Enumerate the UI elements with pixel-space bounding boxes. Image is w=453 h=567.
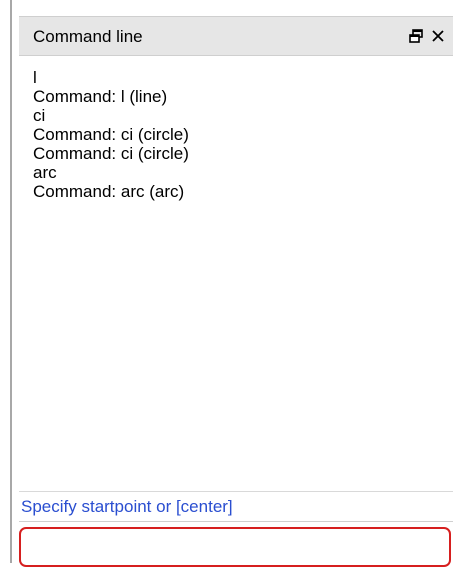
panel-title: Command line <box>33 27 143 46</box>
command-line-panel: Command line l Command: l (line) ci Comm… <box>19 16 453 563</box>
close-icon[interactable] <box>427 23 449 49</box>
history-line: ci <box>33 106 46 125</box>
title-bar-controls <box>405 23 449 49</box>
history-line: l <box>33 68 37 87</box>
history-line: Command: l (line) <box>33 87 168 106</box>
float-window-icon[interactable] <box>405 23 427 49</box>
command-history: l Command: l (line) ci Command: ci (circ… <box>19 56 453 492</box>
command-input[interactable] <box>19 527 451 567</box>
history-line: Command: ci (circle) <box>33 125 189 144</box>
history-line: arc <box>33 163 57 182</box>
panel-title-bar[interactable]: Command line <box>19 16 453 56</box>
prompt-text: Specify startpoint or [center] <box>21 497 233 516</box>
history-line: Command: arc (arc) <box>33 182 185 201</box>
history-line: Command: ci (circle) <box>33 144 189 163</box>
window-edge <box>10 0 12 563</box>
command-prompt: Specify startpoint or [center] <box>19 492 453 522</box>
